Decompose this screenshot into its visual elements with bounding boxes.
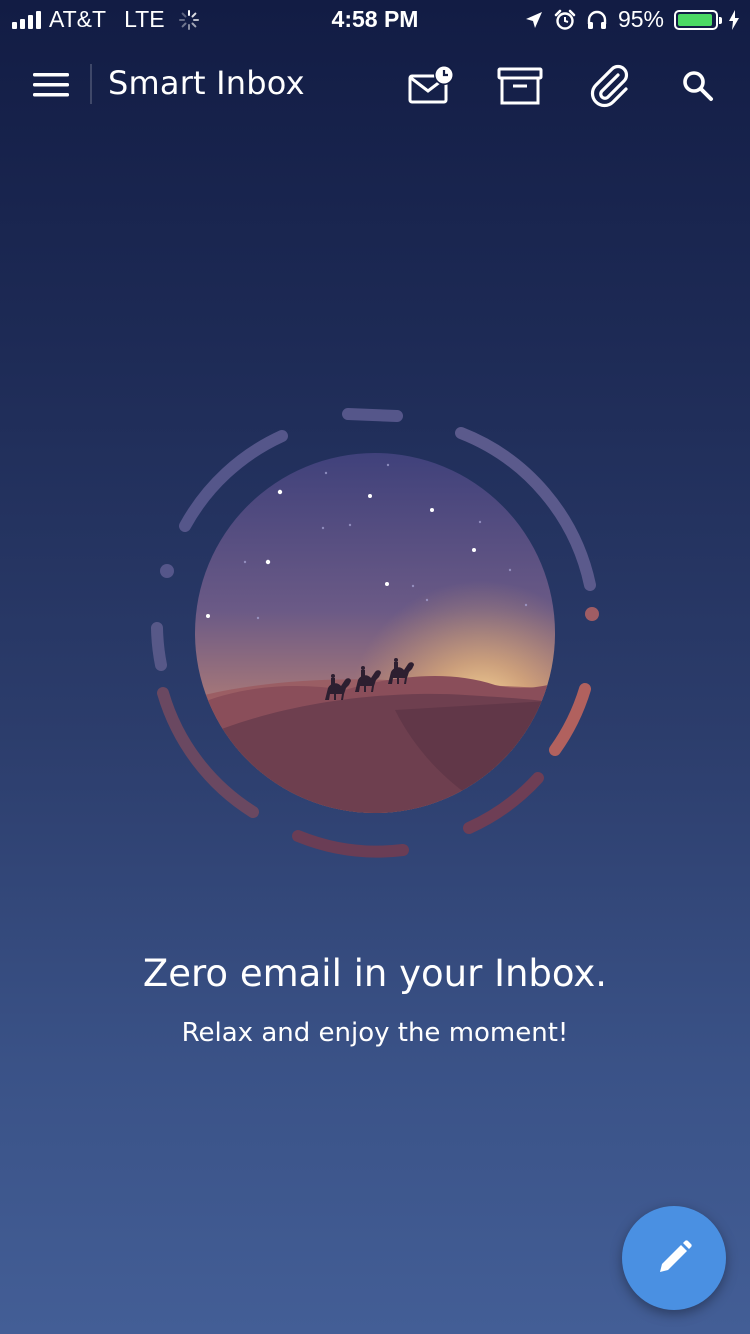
empty-state-title: Zero email in your Inbox.	[142, 952, 608, 995]
snoozed-mail-icon	[408, 65, 454, 104]
headphones-icon	[587, 10, 607, 29]
page-title: Smart Inbox	[108, 64, 305, 102]
archive-button[interactable]	[492, 60, 548, 112]
attachments-button[interactable]	[582, 60, 638, 112]
paperclip-icon	[590, 64, 629, 108]
search-icon	[683, 71, 713, 101]
app-bar: Smart Inbox	[0, 52, 750, 120]
charging-bolt-icon	[729, 9, 739, 30]
location-arrow-icon	[525, 11, 542, 28]
pencil-icon	[660, 1240, 692, 1272]
menu-icon	[33, 73, 69, 97]
archive-icon	[497, 67, 543, 105]
status-bar: AT&T LTE 4:58 PM 95%	[0, 0, 750, 40]
battery-level-fill	[678, 13, 713, 26]
search-button[interactable]	[670, 60, 726, 112]
desert-illustration	[151, 408, 599, 858]
compose-button[interactable]	[622, 1206, 726, 1310]
menu-button[interactable]	[22, 62, 82, 108]
battery-percent: 95%	[617, 6, 664, 32]
status-right: 95%	[524, 6, 740, 33]
snoozed-button[interactable]	[404, 60, 460, 112]
empty-state-subtitle: Relax and enjoy the moment!	[181, 1018, 569, 1048]
alarm-icon	[554, 9, 576, 30]
title-divider	[90, 64, 92, 104]
battery-icon	[674, 9, 722, 30]
